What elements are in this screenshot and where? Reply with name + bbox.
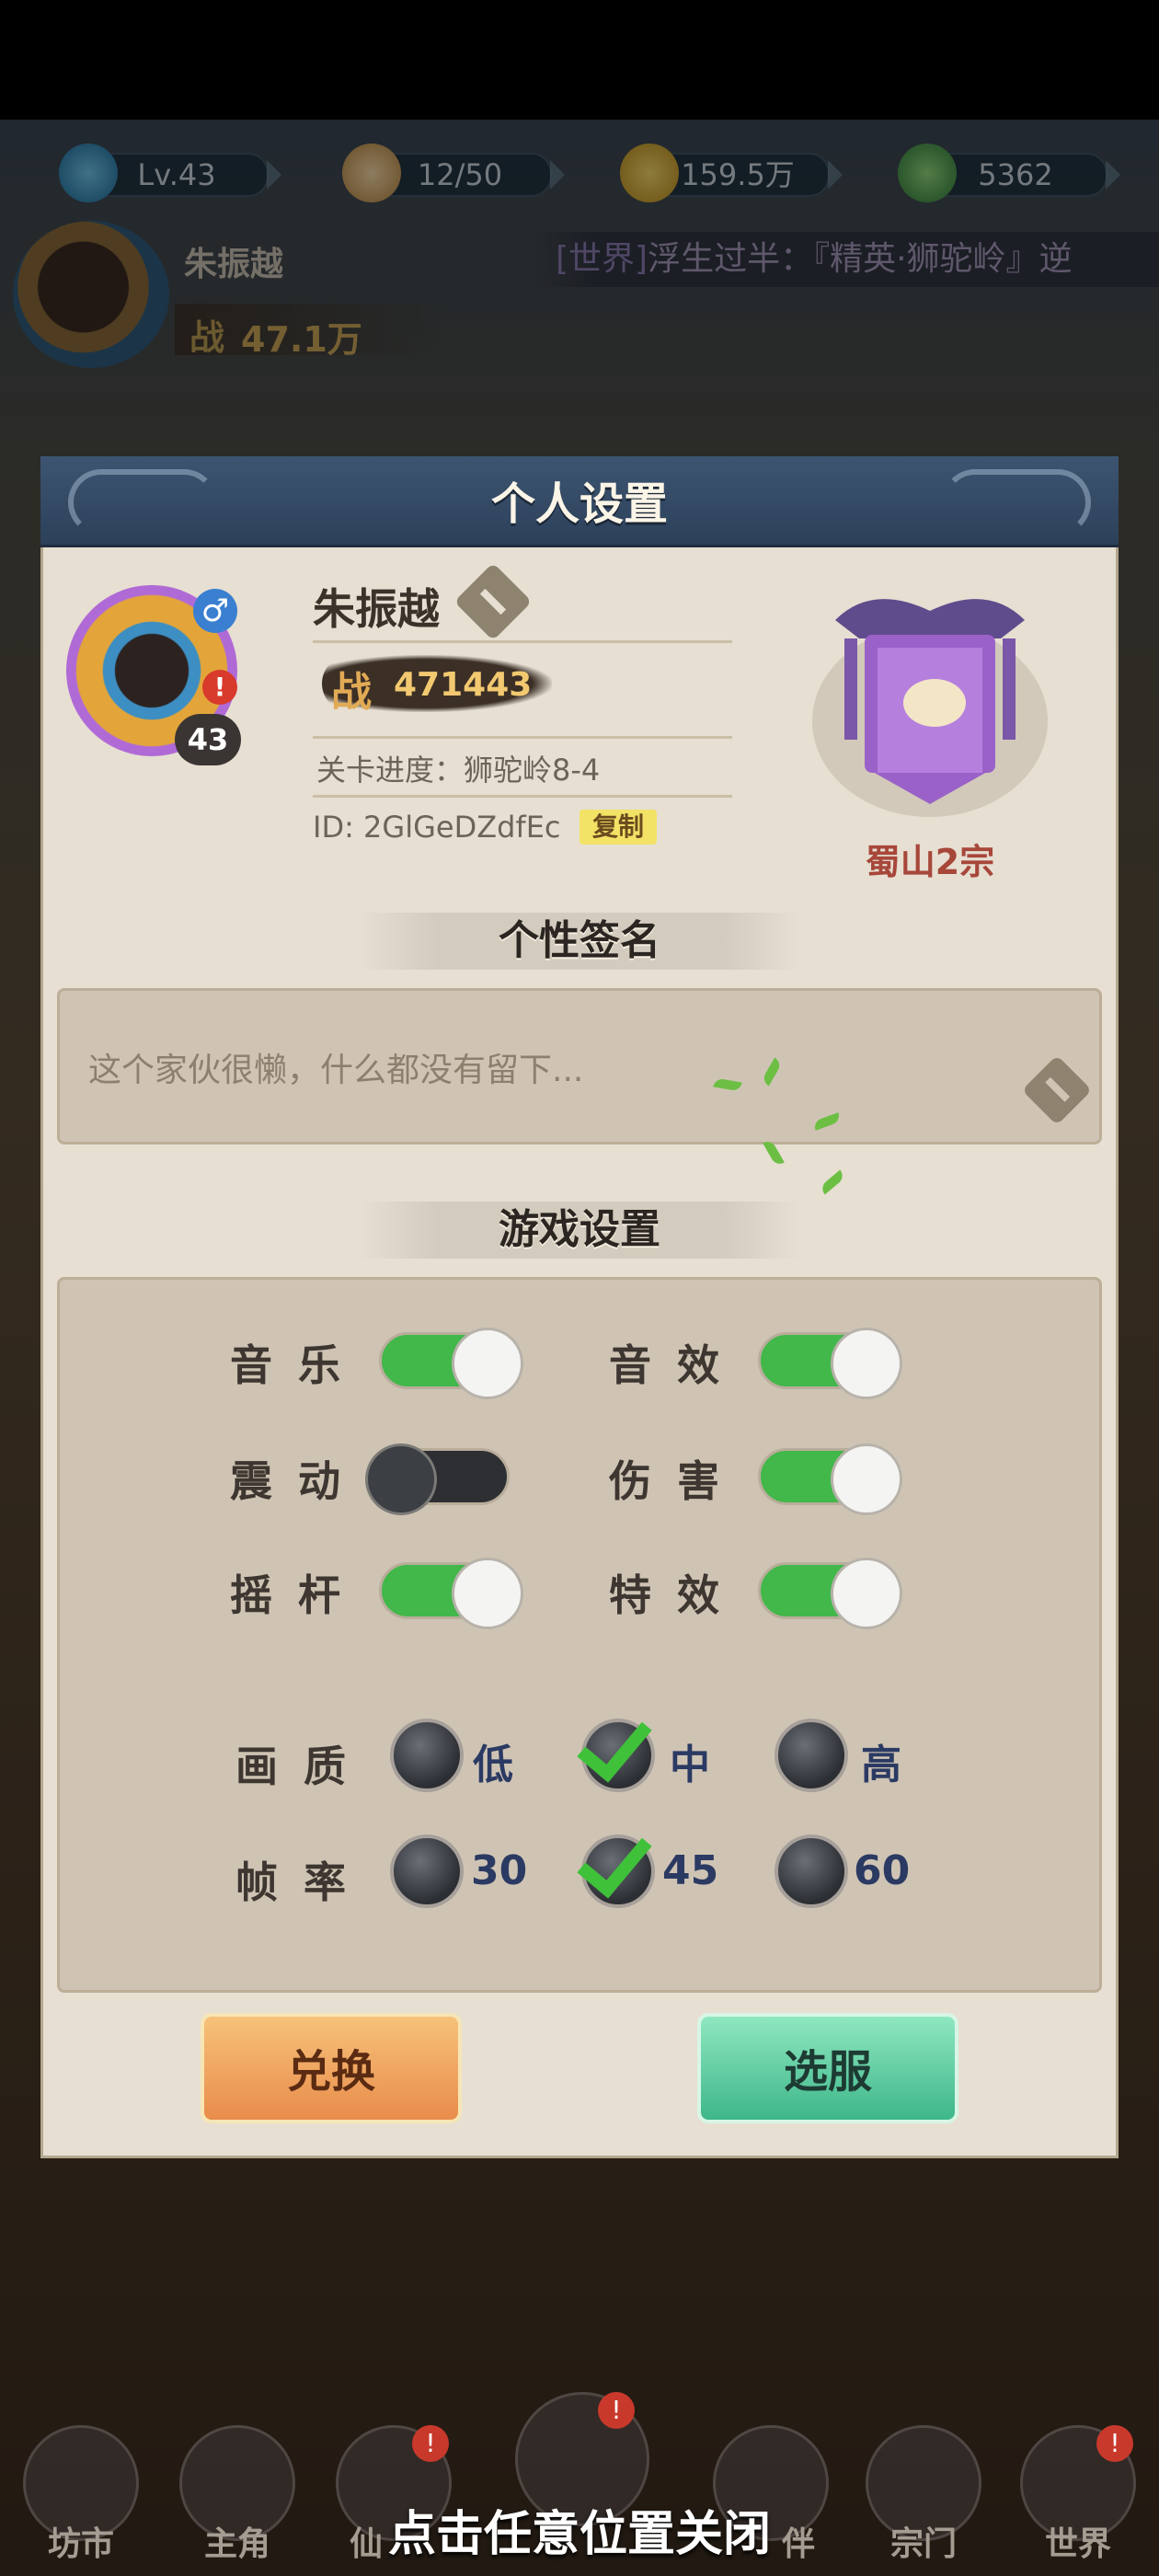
framerate-60-label: 60 — [854, 1847, 911, 1894]
game-settings-panel — [57, 1277, 1102, 1993]
sound-effects-label: 音效 — [609, 1340, 745, 1390]
player-id: ID: 2GlGeDZdfEc — [313, 810, 561, 845]
game-settings-banner: 游戏设置 — [359, 1202, 800, 1259]
signature-title: 个性签名 — [499, 917, 660, 964]
framerate-30-label: 30 — [471, 1847, 528, 1894]
quality-medium-label: 中 — [670, 1742, 710, 1788]
male-icon: ♂ — [193, 589, 237, 633]
profile-power-value: 471443 — [394, 666, 533, 704]
quality-medium-radio[interactable] — [577, 1704, 655, 1792]
framerate-30-radio[interactable] — [390, 1834, 464, 1908]
alert-badge: ! — [202, 670, 237, 705]
toggle-knob — [831, 1558, 902, 1629]
game-settings-title: 游戏设置 — [499, 1206, 660, 1253]
framerate-60-radio[interactable] — [775, 1834, 848, 1908]
sect-name: 蜀山2宗 — [865, 842, 995, 882]
stage-progress: 关卡进度：狮驼岭8-4 — [316, 753, 601, 788]
music-label: 音乐 — [230, 1340, 366, 1390]
framerate-45-radio[interactable] — [577, 1820, 655, 1908]
sound-effects-toggle[interactable] — [758, 1328, 902, 1399]
joystick-label: 摇杆 — [230, 1570, 366, 1620]
framerate-label: 帧率 — [235, 1857, 372, 1907]
damage-label: 伤害 — [609, 1456, 745, 1506]
select-server-button[interactable]: 选服 — [697, 2013, 958, 2123]
framerate-45-label: 45 — [662, 1847, 719, 1894]
special-effects-toggle[interactable] — [758, 1558, 902, 1629]
close-hint[interactable]: 点击任意位置关闭 — [0, 2495, 1159, 2564]
divider — [313, 736, 732, 739]
level-badge: 43 — [175, 714, 241, 765]
dialog-title: 个人设置 — [490, 478, 668, 530]
profile-power-label: 战 — [331, 669, 372, 716]
sect-banner-icon[interactable] — [808, 583, 1052, 828]
signature-text: 这个家伙很懒，什么都没有留下... — [88, 1052, 584, 1089]
signature-banner: 个性签名 — [359, 913, 800, 970]
quality-high-radio[interactable] — [775, 1719, 848, 1792]
profile-name: 朱振越 — [313, 584, 440, 634]
music-toggle[interactable] — [379, 1328, 523, 1399]
toggle-knob — [365, 1443, 437, 1515]
quality-high-label: 高 — [861, 1742, 901, 1788]
toggle-knob — [452, 1558, 523, 1629]
notification-badge: ! — [598, 2392, 635, 2429]
toggle-knob — [831, 1443, 902, 1515]
divider — [313, 795, 732, 798]
quality-low-label: 低 — [473, 1742, 513, 1788]
toggle-knob — [831, 1328, 902, 1399]
special-effects-label: 特效 — [609, 1570, 745, 1620]
joystick-toggle[interactable] — [379, 1558, 523, 1629]
copy-id-button[interactable]: 复制 — [580, 810, 657, 845]
notification-badge: ! — [412, 2425, 449, 2462]
notification-badge: ! — [1096, 2425, 1133, 2462]
toggle-knob — [452, 1328, 523, 1399]
damage-toggle[interactable] — [758, 1443, 902, 1515]
quality-label: 画质 — [235, 1742, 372, 1791]
quality-low-radio[interactable] — [390, 1719, 464, 1792]
vibration-toggle[interactable] — [365, 1443, 510, 1515]
redeem-button[interactable]: 兑换 — [201, 2013, 462, 2123]
divider — [313, 640, 732, 643]
vibration-label: 震动 — [230, 1456, 366, 1506]
